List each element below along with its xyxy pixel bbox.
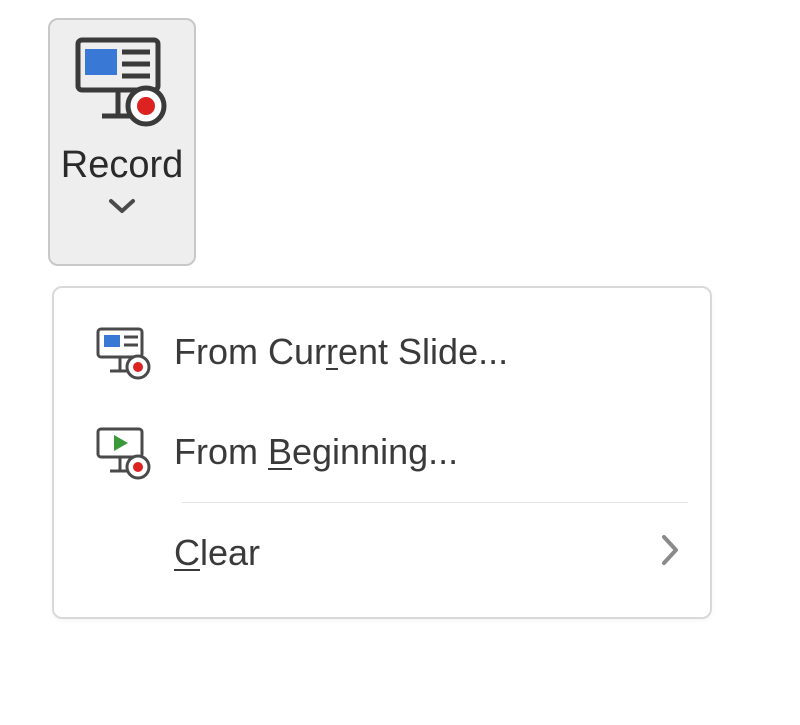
record-screen-icon [72, 34, 172, 134]
menu-item-from-beginning[interactable]: From Beginning... [62, 402, 702, 502]
record-current-slide-icon [84, 325, 164, 380]
record-button-label: Record [61, 144, 184, 187]
menu-item-from-current-slide[interactable]: From Current Slide... [62, 302, 702, 402]
menu-item-label: From Current Slide... [164, 331, 688, 373]
chevron-right-icon [658, 528, 688, 578]
menu-item-label: From Beginning... [164, 431, 688, 473]
menu-item-label: Clear [164, 532, 658, 574]
record-from-beginning-icon [84, 425, 164, 480]
menu-item-clear[interactable]: Clear [62, 503, 702, 603]
record-menu: From Current Slide... From Beginning... … [52, 286, 712, 619]
chevron-down-icon [107, 197, 137, 222]
record-split-button[interactable]: Record [48, 18, 196, 266]
